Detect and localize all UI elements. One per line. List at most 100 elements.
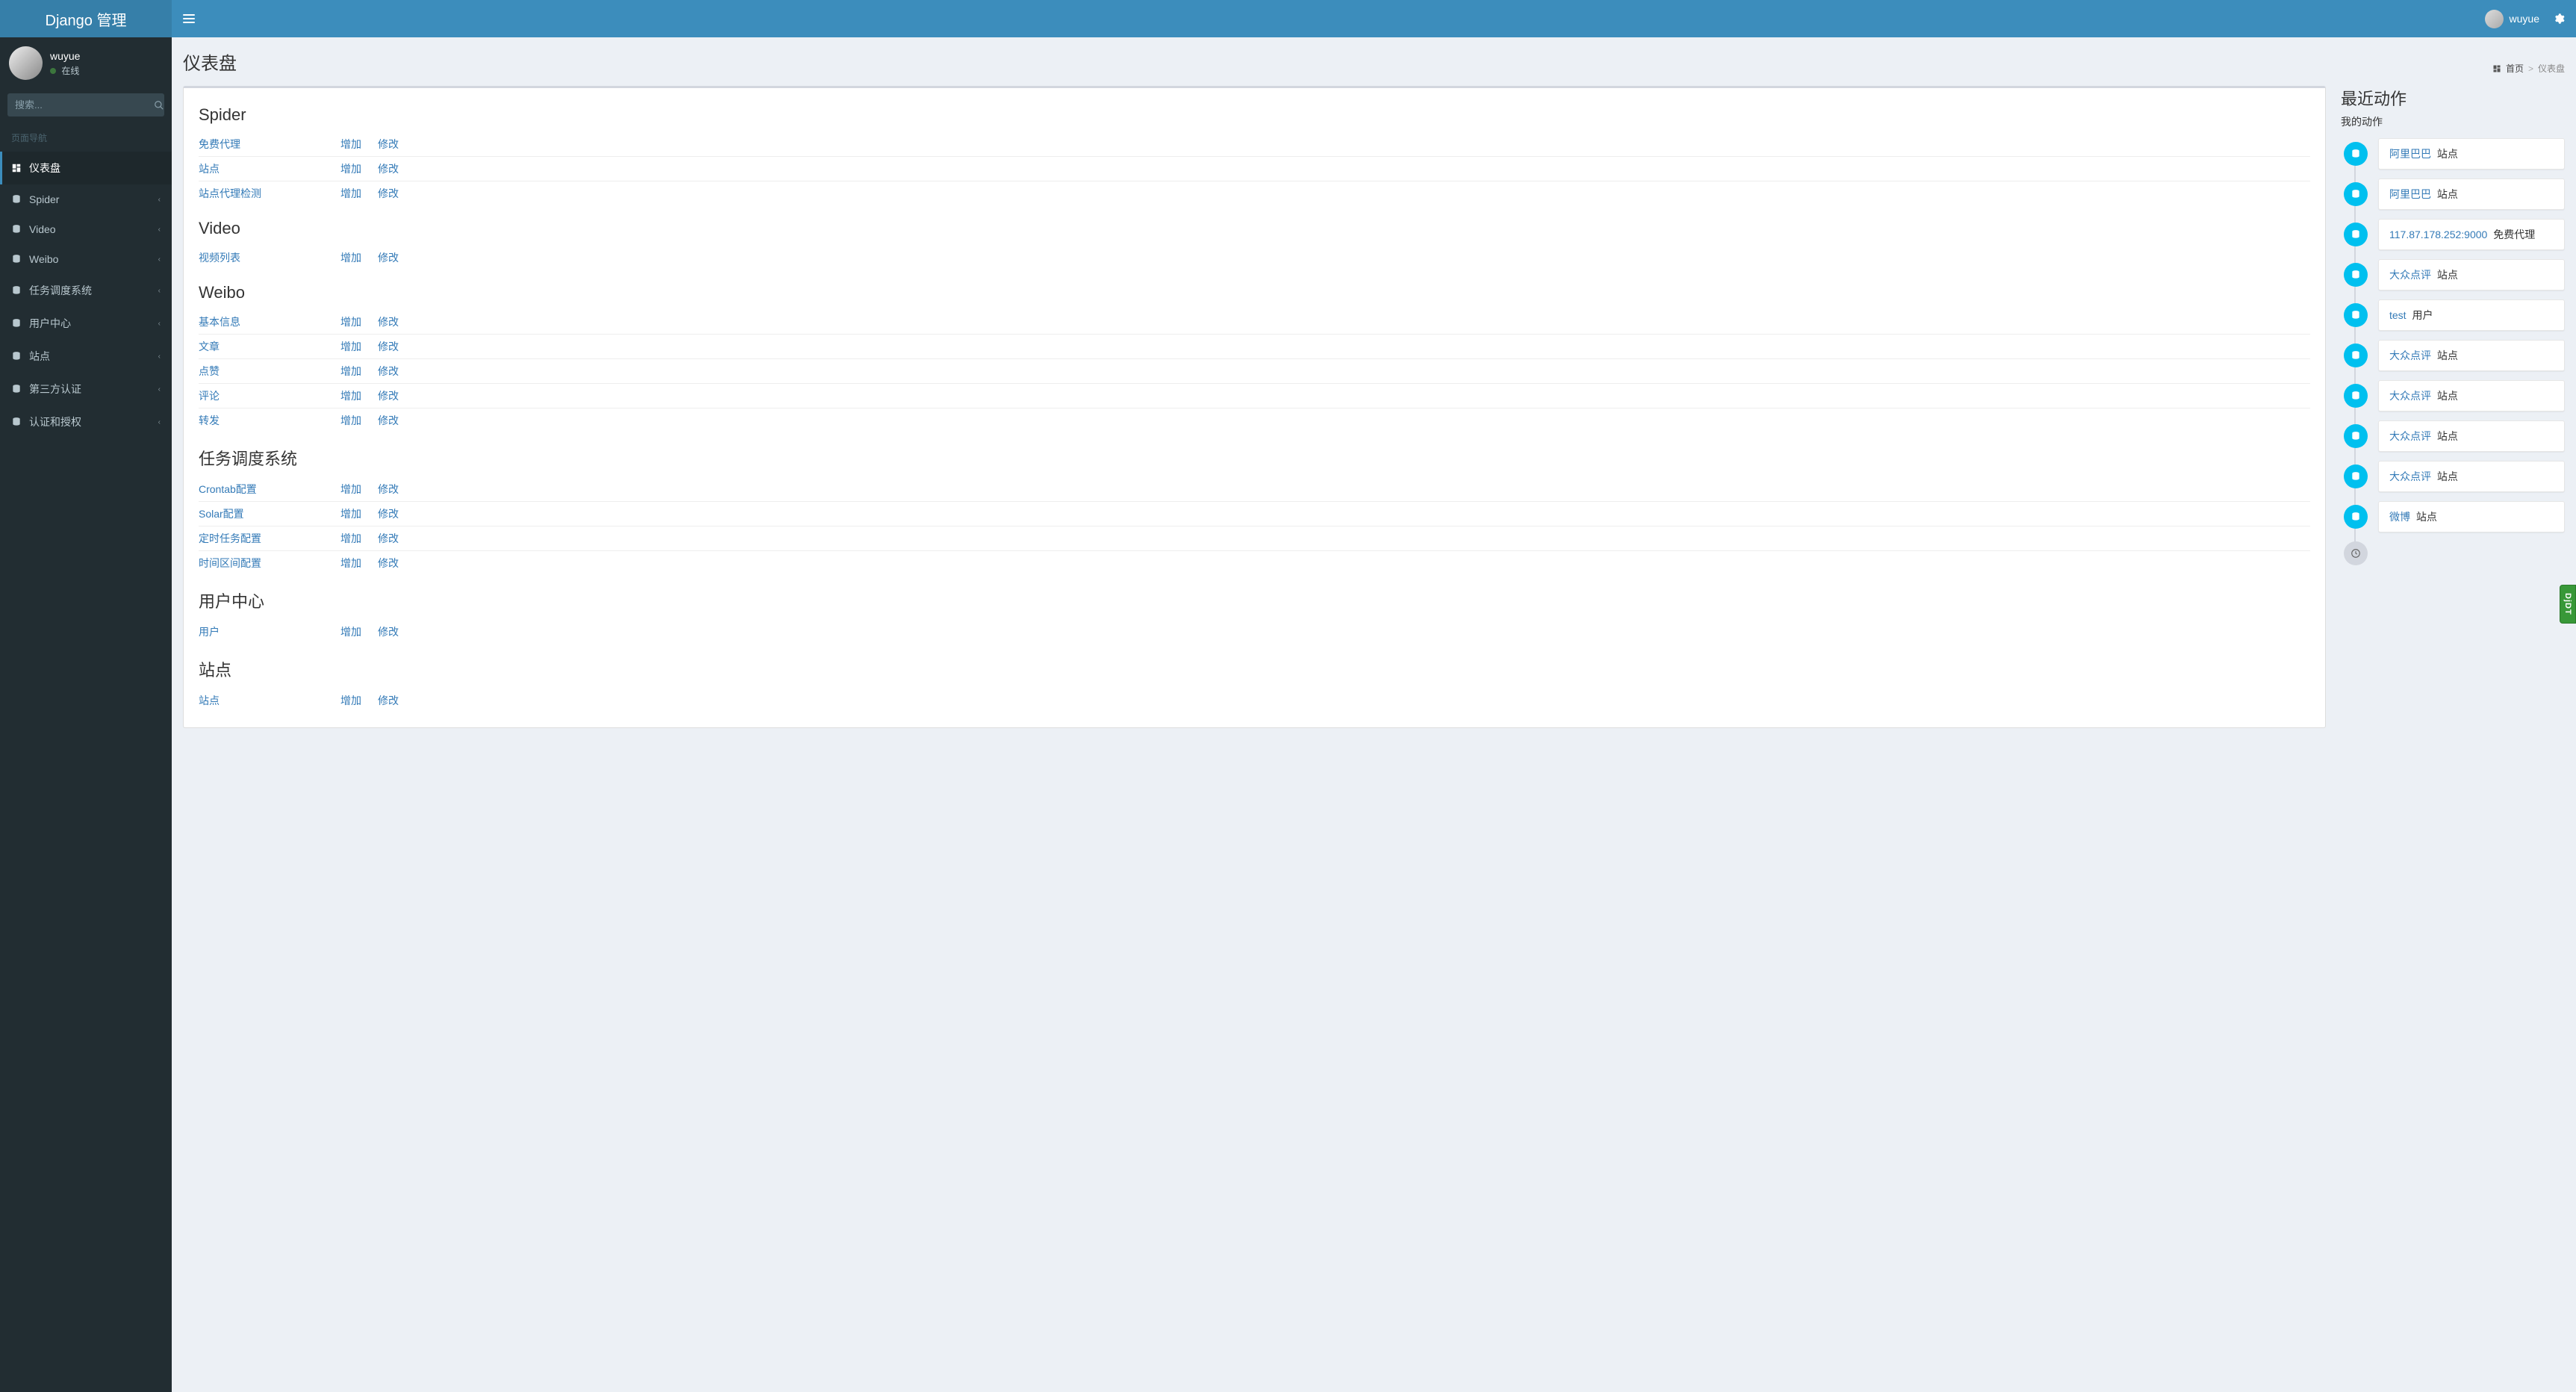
chevron-left-icon: ‹	[158, 320, 161, 328]
model-change-link[interactable]: 修改	[378, 187, 399, 199]
search-button[interactable]	[154, 93, 164, 116]
timeline-link[interactable]: 大众点评	[2389, 349, 2431, 361]
model-add-link[interactable]: 增加	[340, 532, 361, 544]
timeline-link[interactable]: 微博	[2389, 511, 2410, 523]
sidebar-item-0[interactable]: 仪表盘	[0, 152, 172, 184]
sidebar-item-7[interactable]: 第三方认证‹	[0, 373, 172, 406]
model-link[interactable]: 定时任务配置	[199, 532, 261, 544]
db-icon	[11, 318, 26, 329]
model-add-link[interactable]: 增加	[340, 365, 361, 377]
sidebar-item-5[interactable]: 用户中心‹	[0, 307, 172, 340]
model-change-link[interactable]: 修改	[378, 252, 399, 264]
nav-section-header: 页面导航	[0, 124, 172, 152]
breadcrumb-home[interactable]: 首页	[2506, 62, 2524, 75]
model-change-link[interactable]: 修改	[378, 390, 399, 402]
nav-user-menu[interactable]: wuyue	[2485, 10, 2539, 28]
settings-icon[interactable]	[2553, 13, 2565, 25]
model-change-link[interactable]: 修改	[378, 626, 399, 638]
model-add-link[interactable]: 增加	[340, 695, 361, 706]
timeline-model-type: 站点	[2434, 148, 2458, 160]
sidebar-item-label: 站点	[29, 349, 158, 364]
model-link[interactable]: 文章	[199, 341, 220, 352]
model-link[interactable]: Crontab配置	[199, 483, 257, 495]
chevron-left-icon: ‹	[158, 196, 161, 204]
django-debug-toolbar-handle[interactable]: DjDT	[2560, 585, 2576, 624]
model-change-link[interactable]: 修改	[378, 483, 399, 495]
timeline-link[interactable]: 阿里巴巴	[2389, 148, 2431, 160]
breadcrumb: 首页 > 仪表盘	[2492, 62, 2565, 75]
model-add-link[interactable]: 增加	[340, 390, 361, 402]
timeline-box: 117.87.178.252:9000 免费代理	[2378, 219, 2565, 250]
model-link[interactable]: 站点	[199, 695, 220, 706]
model-add-link[interactable]: 增加	[340, 316, 361, 328]
timeline-link[interactable]: 大众点评	[2389, 430, 2431, 442]
nav-username: wuyue	[2510, 13, 2539, 25]
model-link[interactable]: 用户	[199, 626, 220, 638]
model-row: 点赞 增加 修改	[199, 359, 2310, 384]
model-add-link[interactable]: 增加	[340, 557, 361, 569]
model-change-link[interactable]: 修改	[378, 316, 399, 328]
database-icon	[2344, 344, 2368, 367]
model-add-link[interactable]: 增加	[340, 414, 361, 426]
model-change-link[interactable]: 修改	[378, 163, 399, 175]
timeline-model-type: 免费代理	[2490, 229, 2535, 240]
model-change-link[interactable]: 修改	[378, 557, 399, 569]
sidebar-item-6[interactable]: 站点‹	[0, 340, 172, 373]
timeline-link[interactable]: 大众点评	[2389, 269, 2431, 281]
model-link[interactable]: 评论	[199, 390, 220, 402]
sidebar-item-3[interactable]: Weibo‹	[0, 244, 172, 274]
sidebar-item-label: 用户中心	[29, 316, 158, 331]
app-title: 站点	[199, 657, 2310, 681]
sidebar-item-1[interactable]: Spider‹	[0, 184, 172, 214]
model-link[interactable]: 站点代理检测	[199, 187, 261, 199]
model-add-link[interactable]: 增加	[340, 626, 361, 638]
timeline-link[interactable]: 大众点评	[2389, 470, 2431, 482]
search-input[interactable]	[7, 93, 154, 116]
timeline-link[interactable]: test	[2389, 309, 2407, 321]
model-row: Crontab配置 增加 修改	[199, 477, 2310, 502]
sidebar-item-8[interactable]: 认证和授权‹	[0, 406, 172, 438]
dashboard-icon	[11, 163, 26, 173]
breadcrumb-separator: >	[2528, 63, 2533, 74]
model-link[interactable]: 视频列表	[199, 252, 240, 264]
timeline-box: 大众点评 站点	[2378, 420, 2565, 452]
sidebar-item-4[interactable]: 任务调度系统‹	[0, 274, 172, 307]
model-change-link[interactable]: 修改	[378, 341, 399, 352]
app-title: 任务调度系统	[199, 446, 2310, 470]
model-link[interactable]: 转发	[199, 414, 220, 426]
model-change-link[interactable]: 修改	[378, 365, 399, 377]
model-link[interactable]: Solar配置	[199, 508, 244, 520]
app-section: 任务调度系统Crontab配置增加修改Solar配置增加修改定时任务配置增加修改…	[199, 446, 2310, 575]
model-add-link[interactable]: 增加	[340, 187, 361, 199]
model-change-link[interactable]: 修改	[378, 508, 399, 520]
model-change-link[interactable]: 修改	[378, 695, 399, 706]
sidebar-search	[7, 93, 164, 116]
model-link[interactable]: 时间区间配置	[199, 557, 261, 569]
model-add-link[interactable]: 增加	[340, 341, 361, 352]
model-link[interactable]: 点赞	[199, 365, 220, 377]
breadcrumb-current: 仪表盘	[2538, 62, 2565, 75]
model-add-link[interactable]: 增加	[340, 163, 361, 175]
model-add-link[interactable]: 增加	[340, 483, 361, 495]
timeline-link[interactable]: 阿里巴巴	[2389, 188, 2431, 200]
model-add-link[interactable]: 增加	[340, 138, 361, 150]
sidebar-toggle-icon[interactable]	[183, 13, 195, 25]
db-icon	[11, 224, 26, 234]
model-add-link[interactable]: 增加	[340, 508, 361, 520]
model-link[interactable]: 基本信息	[199, 316, 240, 328]
sidebar-item-2[interactable]: Video‹	[0, 214, 172, 244]
model-add-link[interactable]: 增加	[340, 252, 361, 264]
chevron-left-icon: ‹	[158, 418, 161, 426]
model-change-link[interactable]: 修改	[378, 138, 399, 150]
status-dot-icon	[50, 68, 56, 74]
model-link[interactable]: 免费代理	[199, 138, 240, 150]
model-change-link[interactable]: 修改	[378, 532, 399, 544]
chevron-left-icon: ‹	[158, 226, 161, 234]
timeline-link[interactable]: 117.87.178.252:9000	[2389, 229, 2487, 240]
timeline-link[interactable]: 大众点评	[2389, 390, 2431, 402]
timeline-model-type: 站点	[2434, 470, 2458, 482]
model-link[interactable]: 站点	[199, 163, 220, 175]
model-change-link[interactable]: 修改	[378, 414, 399, 426]
timeline-item: test 用户	[2344, 299, 2565, 331]
brand-logo[interactable]: Django 管理	[0, 0, 172, 37]
